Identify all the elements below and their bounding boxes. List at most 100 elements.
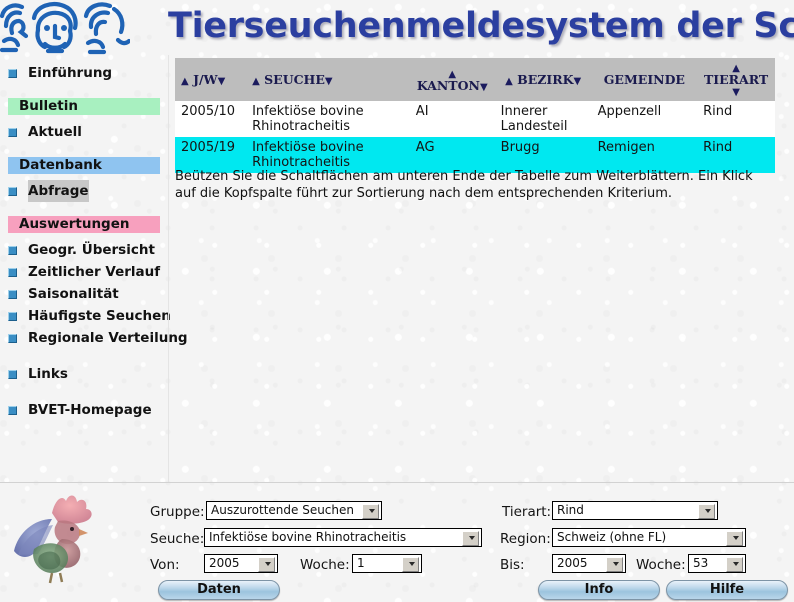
region-select-value: Schweiz (ohne FL) [557,530,667,544]
chevron-down-icon [613,562,619,566]
sidebar-item-einfuehrung[interactable]: Einführung [8,62,168,84]
hilfe-button[interactable]: Hilfe [666,580,788,600]
page-footer: Gruppe: Auszurottende Seuchen Tierart: R… [0,483,794,602]
daten-button[interactable]: Daten [158,580,280,600]
column-header-tierart[interactable]: ▲ TIERART ▼ [697,58,775,101]
von-year-select[interactable]: 2005 [204,554,278,573]
chevron-down-icon [469,536,475,540]
sidebar-item-label: Aktuell [28,124,82,140]
cell-seuche: Infektiöse bovine Rhinotracheitis [246,101,410,137]
column-label: KANTON [416,77,480,93]
column-header-jw[interactable]: ▲ J/W▼ [175,58,247,101]
sidebar-item-haeufigste-seuchen[interactable]: Häufigste Seuchen [8,305,171,327]
sidebar-item-label: Häufigste Seuchen [28,308,171,324]
gruppe-label: Gruppe: [150,504,205,520]
sidebar-item-zeitlicher-verlauf[interactable]: Zeitlicher Verlauf [8,261,168,283]
sidebar-item-label: Regionale Verteilung [28,330,188,346]
sidebar-item-aktuell[interactable]: Aktuell [8,121,168,143]
sidebar-item-geogr-uebersicht[interactable]: Geogr. Übersicht [8,239,168,261]
chevron-down-icon [369,509,375,513]
column-header-seuche[interactable]: ▲ SEUCHE▼ [246,58,410,101]
results-table: ▲ J/W▼ ▲ SEUCHE▼ ▲ KANTON▼ ▲ BEZIRK▼ GEM… [175,58,775,173]
sidebar-item-abfrage[interactable]: Abfrage [8,180,168,202]
tierart-select[interactable]: Rind [552,501,718,520]
gruppe-select[interactable]: Auszurottende Seuchen [206,501,382,520]
seuche-label: Seuche: [150,531,205,547]
bullet-square-icon [8,268,17,277]
tierart-label: Tierart: [502,504,552,520]
main-content: ▲ J/W▼ ▲ SEUCHE▼ ▲ KANTON▼ ▲ BEZIRK▼ GEM… [168,55,794,482]
table-instructions: Beützen Sie die Schaltflächen am unteren… [175,169,753,201]
sort-desc-icon[interactable]: ▼ [480,82,488,93]
query-form: Gruppe: Auszurottende Seuchen Tierart: R… [146,501,788,600]
region-select[interactable]: Schweiz (ohne FL) [552,528,746,547]
sidebar-section-datenbank: Datenbank [8,157,160,174]
bis-woche-value: 53 [693,556,709,570]
sort-desc-icon[interactable]: ▼ [325,76,333,87]
cell-bezirk: Innerer Landesteil [494,101,592,137]
column-label: J/W [193,72,218,87]
bis-year-value: 2005 [557,556,588,570]
bullet-square-icon [8,246,17,255]
sort-desc-icon[interactable]: ▼ [732,87,740,98]
chevron-down-icon [733,536,739,540]
sidebar-item-label: Links [28,366,68,382]
table-header-row: ▲ J/W▼ ▲ SEUCHE▼ ▲ KANTON▼ ▲ BEZIRK▼ GEM… [175,58,775,101]
sort-asc-icon[interactable]: ▲ [252,76,260,87]
cell-tierart: Rind [697,101,775,137]
sidebar-section-label: Datenbank [19,157,102,173]
sort-asc-icon[interactable]: ▲ [505,76,513,87]
sidebar-section-label: Auswertungen [19,216,130,232]
tierart-select-value: Rind [557,503,584,517]
sidebar-section-bulletin: Bulletin [8,98,160,115]
bis-year-select[interactable]: 2005 [552,554,626,573]
sidebar-section-label: Bulletin [19,98,79,114]
sidebar-item-regionale-verteilung[interactable]: Regionale Verteilung [8,327,188,349]
sidebar-item-label: Zeitlicher Verlauf [28,264,161,280]
sort-asc-icon[interactable]: ▲ [181,76,189,87]
region-label: Region: [500,531,551,547]
page-title: Tierseuchenmeldesystem der Schweiz [168,6,794,46]
info-button[interactable]: Info [538,580,660,600]
bis-label: Bis: [500,557,525,573]
sort-desc-icon[interactable]: ▼ [573,76,581,87]
sidebar-section-auswertungen: Auswertungen [8,216,160,233]
column-header-kanton[interactable]: ▲ KANTON▼ [409,58,495,101]
chevron-down-icon [705,509,711,513]
cell-kanton: AI [409,101,495,137]
table-header: ▲ J/W▼ ▲ SEUCHE▼ ▲ KANTON▼ ▲ BEZIRK▼ GEM… [175,58,775,101]
sort-desc-icon[interactable]: ▼ [218,76,226,87]
von-woche-value: 1 [357,556,365,570]
table-row[interactable]: 2005/10 Infektiöse bovine Rhinotracheiti… [175,101,775,137]
chevron-down-icon [265,562,271,566]
sidebar-nav: Einführung Bulletin Aktuell Datenbank Ab… [0,62,188,482]
bis-woche-label: Woche: [636,557,686,573]
column-label: BEZIRK [517,72,574,87]
sidebar-item-saisonalitaet[interactable]: Saisonalität [8,283,168,305]
column-header-gemeinde[interactable]: GEMEINDE [591,58,698,101]
chevron-down-icon [409,562,415,566]
von-woche-select[interactable]: 1 [352,554,422,573]
von-label: Von: [150,557,180,573]
bullet-square-icon [8,406,17,415]
seuche-select[interactable]: Infektiöse bovine Rhinotracheitis [204,528,482,547]
bullet-square-icon [8,187,17,196]
von-year-value: 2005 [209,556,240,570]
bullet-square-icon [8,370,17,379]
bullet-square-icon [8,290,17,299]
sidebar-item-label: Einführung [28,65,113,81]
column-header-bezirk[interactable]: ▲ BEZIRK▼ [494,58,592,101]
table-body: 2005/10 Infektiöse bovine Rhinotracheiti… [175,101,775,173]
column-label: GEMEINDE [603,72,685,87]
sidebar-item-label: Saisonalität [28,286,119,302]
sidebar-item-label: BVET-Homepage [28,402,152,418]
sidebar-item-bvet-homepage[interactable]: BVET-Homepage [8,399,168,421]
chevron-down-icon [733,562,739,566]
bis-woche-select[interactable]: 53 [688,554,746,573]
cell-jw: 2005/10 [175,101,247,137]
bullet-square-icon [8,69,17,78]
sidebar-item-links[interactable]: Links [8,363,168,385]
von-woche-label: Woche: [300,557,350,573]
column-label: TIERART [703,72,769,87]
sidebar-item-label: Abfrage [28,180,89,202]
